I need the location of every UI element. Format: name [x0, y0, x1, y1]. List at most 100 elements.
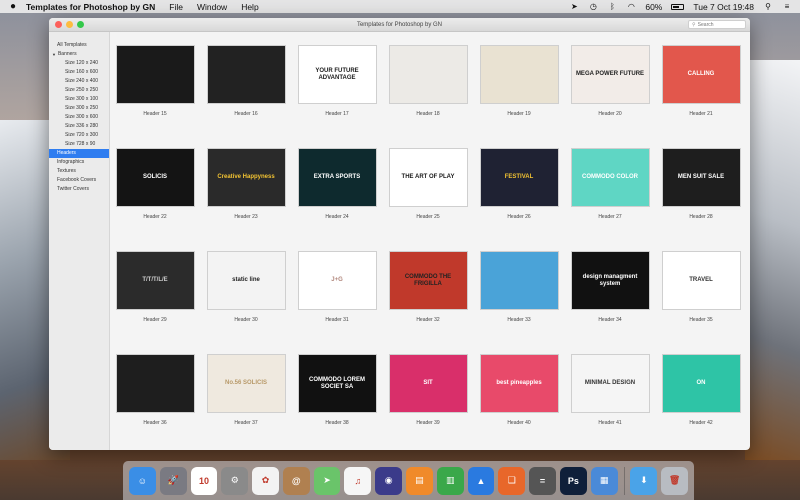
siri-icon[interactable]: ◉: [375, 466, 403, 495]
template-tile[interactable]: J+G Header 31: [297, 251, 377, 354]
template-tile[interactable]: YOUR FUTURE ADVANTAGE Header 17: [297, 45, 377, 148]
template-thumbnail[interactable]: COMMODO COLOR: [570, 148, 650, 207]
ibooks-icon[interactable]: ▤: [406, 466, 433, 495]
template-thumbnail[interactable]: YOUR FUTURE ADVANTAGE: [297, 45, 377, 104]
sidebar-item-size-160-x-600[interactable]: Size 160 x 600: [49, 68, 109, 77]
template-tile[interactable]: MEGA POWER FUTURE Header 20: [570, 45, 650, 148]
sidebar-item-size-120-x-240[interactable]: Size 120 x 240: [49, 59, 109, 68]
downloads-folder-icon[interactable]: ⬇: [630, 466, 658, 495]
template-thumbnail[interactable]: design managment system: [570, 251, 650, 310]
template-tile[interactable]: TRAVEL Header 35: [661, 251, 741, 354]
itunes-icon[interactable]: ♫: [344, 466, 372, 495]
bluetooth-icon[interactable]: ᛒ: [607, 2, 617, 11]
template-tile[interactable]: best pineapples Header 40: [479, 354, 559, 450]
sidebar-item-size-720-x-300[interactable]: Size 720 x 300: [49, 131, 109, 140]
preview-icon[interactable]: ▦: [590, 466, 618, 495]
battery-icon[interactable]: [671, 3, 685, 10]
template-tile[interactable]: Header 33: [479, 251, 559, 354]
sidebar-item-facebook-covers[interactable]: Facebook Covers: [49, 176, 109, 185]
template-tile[interactable]: ON Header 42: [661, 354, 741, 450]
launchpad-icon[interactable]: 🚀: [159, 466, 187, 495]
time-machine-icon[interactable]: ◷: [588, 2, 598, 11]
numbers-icon[interactable]: ▥: [436, 466, 464, 495]
template-thumbnail[interactable]: [115, 354, 195, 413]
photos-icon[interactable]: ✿: [252, 466, 279, 495]
template-thumbnail[interactable]: static line: [206, 251, 286, 310]
sidebar-item-headers[interactable]: Headers: [49, 149, 109, 158]
keynote-icon[interactable]: ▲: [467, 466, 495, 495]
sidebar-item-infographics[interactable]: Infographics: [49, 158, 109, 167]
template-thumbnail[interactable]: [479, 45, 559, 104]
template-tile[interactable]: Header 36: [115, 354, 195, 450]
template-thumbnail[interactable]: ON: [661, 354, 741, 413]
template-tile[interactable]: FESTIVAL Header 26: [479, 148, 559, 251]
template-thumbnail[interactable]: MEN SUIT SALE: [661, 148, 741, 207]
sidebar-item-textures[interactable]: Textures: [49, 167, 109, 176]
spotlight-icon[interactable]: ⚲: [763, 2, 773, 11]
notification-center-icon[interactable]: ≡: [782, 2, 792, 11]
template-thumbnail[interactable]: [388, 45, 468, 104]
sidebar-item-banners[interactable]: ▼ Banners: [49, 50, 109, 59]
template-thumbnail[interactable]: SOLICIS: [115, 148, 195, 207]
sidebar-item-size-336-x-280[interactable]: Size 336 x 280: [49, 122, 109, 131]
template-thumbnail[interactable]: [479, 251, 559, 310]
template-tile[interactable]: Creative Happyness Header 23: [206, 148, 286, 251]
template-thumbnail[interactable]: J+G: [297, 251, 377, 310]
template-tile[interactable]: COMMODO COLOR Header 27: [570, 148, 650, 251]
search-field[interactable]: ⚲: [688, 20, 746, 29]
sidebar-item-size-240-x-400[interactable]: Size 240 x 400: [49, 77, 109, 86]
template-tile[interactable]: static line Header 30: [206, 251, 286, 354]
template-thumbnail[interactable]: [206, 45, 286, 104]
contacts-icon[interactable]: @: [282, 466, 310, 495]
wifi-icon[interactable]: ◠: [626, 2, 636, 11]
template-tile[interactable]: MEN SUIT SALE Header 28: [661, 148, 741, 251]
template-thumbnail[interactable]: MINIMAL DESIGN: [570, 354, 650, 413]
template-tile[interactable]: No.56 SOLICIS Header 37: [206, 354, 286, 450]
menu-window[interactable]: Window: [197, 2, 227, 12]
template-thumbnail[interactable]: T/T/T/L/E: [115, 251, 195, 310]
template-tile[interactable]: MINIMAL DESIGN Header 41: [570, 354, 650, 450]
calendar-icon[interactable]: 10: [190, 466, 218, 495]
template-tile[interactable]: EXTRA SPORTS Header 24: [297, 148, 377, 251]
template-thumbnail[interactable]: Creative Happyness: [206, 148, 286, 207]
template-tile[interactable]: THE ART OF PLAY Header 25: [388, 148, 468, 251]
template-tile[interactable]: SOLICIS Header 22: [115, 148, 195, 251]
template-tile[interactable]: COMMODO LOREM SOCIET SA Header 38: [297, 354, 377, 450]
calculator-icon[interactable]: =: [529, 466, 556, 495]
template-tile[interactable]: Header 16: [206, 45, 286, 148]
template-thumbnail[interactable]: [115, 45, 195, 104]
sidebar-item-size-300-x-250[interactable]: Size 300 x 250: [49, 104, 109, 113]
template-thumbnail[interactable]: EXTRA SPORTS: [297, 148, 377, 207]
template-tile[interactable]: design managment system Header 34: [570, 251, 650, 354]
template-tile[interactable]: Header 18: [388, 45, 468, 148]
template-tile[interactable]: Header 19: [479, 45, 559, 148]
template-thumbnail[interactable]: MEGA POWER FUTURE: [570, 45, 650, 104]
maps-icon[interactable]: ➤: [313, 466, 341, 495]
search-input[interactable]: [697, 21, 742, 28]
template-tile[interactable]: SIT Header 39: [388, 354, 468, 450]
app-name-menu[interactable]: Templates for Photoshop by GN: [26, 2, 155, 12]
sidebar-item-twitter-covers[interactable]: Twitter Covers: [49, 185, 109, 194]
sidebar-item-size-250-x-250[interactable]: Size 250 x 250: [49, 86, 109, 95]
sidebar-item-size-300-x-100[interactable]: Size 300 x 100: [49, 95, 109, 104]
finder-icon[interactable]: ☺: [129, 466, 156, 495]
trash-icon[interactable]: 🗑: [661, 466, 689, 495]
template-thumbnail[interactable]: THE ART OF PLAY: [388, 148, 468, 207]
books-icon[interactable]: ❑: [498, 466, 526, 495]
template-thumbnail[interactable]: TRAVEL: [661, 251, 741, 310]
sidebar-item-size-728-x-90[interactable]: Size 728 x 90: [49, 140, 109, 149]
clock[interactable]: Tue 7 Oct 19:48: [693, 2, 754, 12]
system-preferences-icon[interactable]: ⚙: [221, 466, 249, 495]
menu-help[interactable]: Help: [241, 2, 258, 12]
location-icon[interactable]: ➤: [569, 2, 579, 11]
template-thumbnail[interactable]: CALLING: [661, 45, 741, 104]
template-tile[interactable]: COMMODO THE FRIGILLA Header 32: [388, 251, 468, 354]
template-thumbnail[interactable]: best pineapples: [479, 354, 559, 413]
apple-menu-icon[interactable]: ●: [8, 1, 18, 12]
sidebar-item-all-templates[interactable]: All Templates: [49, 41, 109, 50]
template-tile[interactable]: Header 15: [115, 45, 195, 148]
title-bar[interactable]: Templates for Photoshop by GN ⚲: [49, 18, 750, 32]
menu-file[interactable]: File: [169, 2, 183, 12]
chevron-down-icon[interactable]: ▼: [52, 50, 56, 59]
template-thumbnail[interactable]: No.56 SOLICIS: [206, 354, 286, 413]
